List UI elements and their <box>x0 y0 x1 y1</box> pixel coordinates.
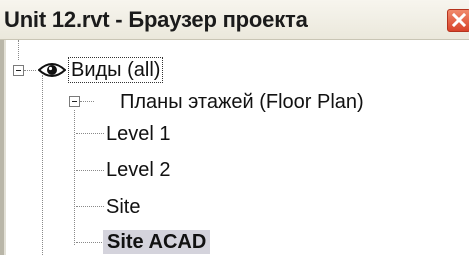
collapse-toggle-views[interactable] <box>13 65 24 76</box>
tree-item-site-acad[interactable]: Site ACAD <box>103 230 211 254</box>
tree-node-views[interactable]: Виды (all) <box>67 57 164 83</box>
window-title: Unit 12.rvt - Браузер проекта <box>4 7 308 32</box>
tree-line-group <box>74 110 76 245</box>
tree-line-root-h <box>24 70 36 72</box>
tree-item-level-2[interactable]: Level 2 <box>106 158 171 182</box>
collapse-toggle-floor-plans[interactable] <box>69 96 80 107</box>
tree-line-item-4 <box>76 242 104 244</box>
tree-item-site[interactable]: Site <box>106 195 140 219</box>
eye-icon <box>38 63 66 77</box>
tree-line-item-1 <box>76 133 104 135</box>
tree-line-item-2 <box>76 170 104 172</box>
title-bar[interactable]: Unit 12.rvt - Браузер проекта <box>0 0 469 40</box>
tree-line-group-h <box>80 101 94 103</box>
tree-node-floor-plans[interactable]: Планы этажей (Floor Plan) <box>120 90 364 114</box>
project-browser-tree[interactable]: Виды (all) Планы этажей (Floor Plan) Lev… <box>6 40 469 255</box>
close-button[interactable] <box>447 9 469 32</box>
tree-line-item-3 <box>76 206 104 208</box>
tree-line-root <box>42 75 44 255</box>
tree-line-root-stub <box>18 40 20 60</box>
tree-item-level-1[interactable]: Level 1 <box>106 122 171 146</box>
close-icon <box>452 13 466 27</box>
